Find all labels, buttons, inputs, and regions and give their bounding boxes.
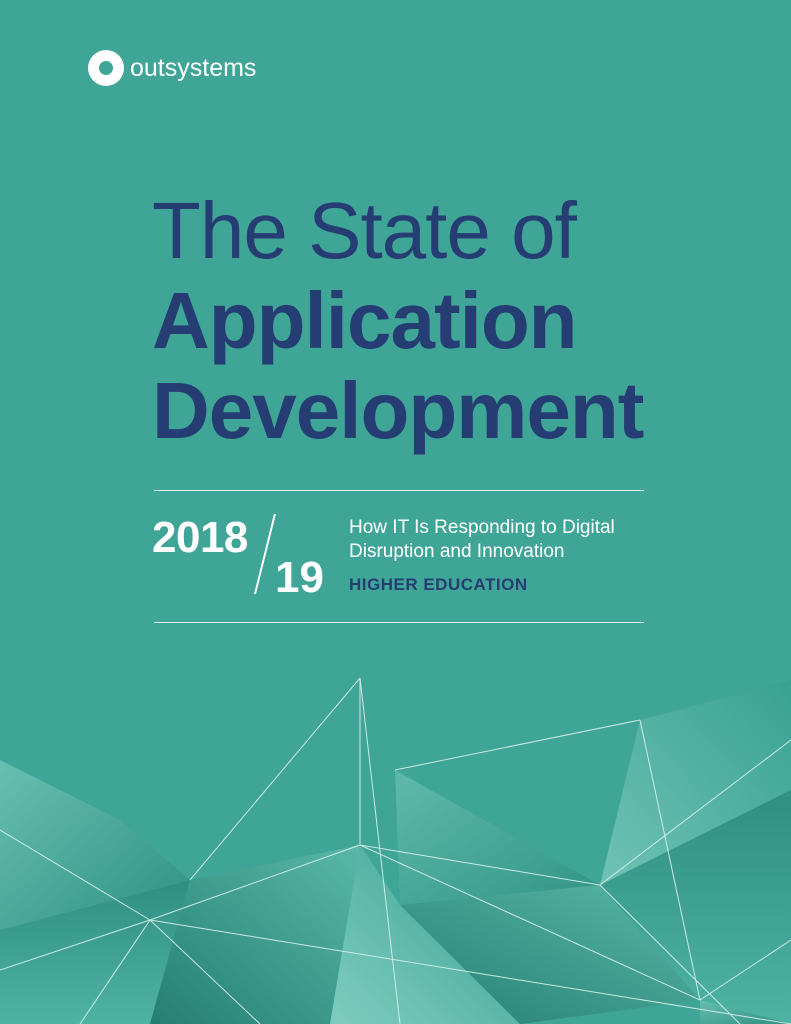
logo-text: outsystems [130, 54, 257, 82]
subtitle: How IT Is Responding to Digital Disrupti… [349, 516, 615, 564]
outsystems-logo: outsystems [88, 48, 256, 88]
geometric-background-graphic [0, 677, 791, 1024]
title-line-2: Application [152, 276, 578, 365]
edition-year-sub: 19 [275, 553, 324, 602]
edition-year-main: 2018 [152, 513, 248, 562]
subtitle-line-2: Disruption and Innovation [349, 541, 565, 562]
title-line-1: The State of [152, 186, 577, 275]
report-cover: outsystems The State of Application Deve… [0, 0, 791, 1024]
subtitle-line-1: How IT Is Responding to Digital [349, 517, 615, 538]
divider-bottom [154, 622, 644, 623]
divider-top [154, 490, 644, 491]
sector-label: HIGHER EDUCATION [349, 575, 528, 594]
title-line-3: Development [152, 366, 644, 455]
ring-logo-icon [88, 50, 124, 86]
